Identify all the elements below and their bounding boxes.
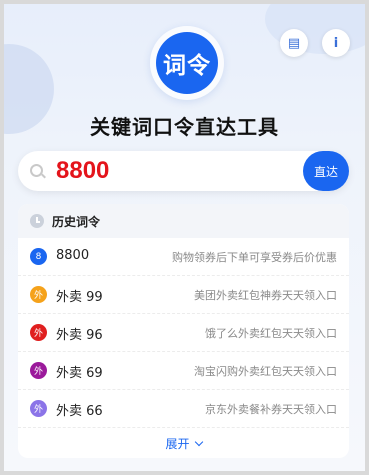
history-item-code: 外卖 96 (56, 328, 103, 343)
history-header: 历史词令 (18, 204, 349, 238)
info-icon: i (333, 35, 339, 51)
app-logo: 词令 (156, 32, 218, 94)
save-button[interactable]: ▤ (280, 29, 308, 57)
history-item-desc: 美团外卖红包神券天天领入口 (194, 289, 337, 302)
history-item-badge: 外 (30, 324, 47, 341)
history-item[interactable]: 外 外卖 66 京东外卖餐补券天天领入口 (18, 390, 349, 428)
history-item[interactable]: 外 外卖 99 美团外卖红包神券天天领入口 (18, 276, 349, 314)
logo-ring: 词令 (150, 26, 224, 100)
history-card: 历史词令 8 8800 购物领券后下单可享受券后价优惠 外 外卖 99 美团外卖… (18, 204, 349, 458)
search-bar: 直达 (18, 151, 349, 191)
history-item[interactable]: 8 8800 购物领券后下单可享受券后价优惠 (18, 238, 349, 276)
expand-button[interactable]: 展开 (18, 435, 349, 452)
history-item[interactable]: 外 外卖 69 淘宝闪购外卖红包天天领入口 (18, 352, 349, 390)
history-item-code: 外卖 69 (56, 366, 103, 381)
history-item-badge: 外 (30, 286, 47, 303)
search-input[interactable] (56, 155, 286, 187)
history-item-desc: 京东外卖餐补券天天领入口 (205, 403, 337, 416)
history-title: 历史词令 (52, 214, 101, 229)
history-item-code: 外卖 66 (56, 404, 103, 419)
page-title: 关键词口令直达工具 (90, 115, 279, 139)
app-frame: 词令 ▤ i 关键词口令直达工具 直达 历史词令 8 8800 购物领券后下单可… (4, 4, 365, 471)
history-item-badge: 外 (30, 362, 47, 379)
history-item-desc: 饿了么外卖红包天天领入口 (205, 327, 337, 340)
history-item[interactable]: 外 外卖 96 饿了么外卖红包天天领入口 (18, 314, 349, 352)
clock-icon (30, 214, 44, 228)
history-item-badge: 外 (30, 400, 47, 417)
save-icon: ▤ (287, 35, 301, 51)
history-item-badge: 8 (30, 248, 47, 265)
search-icon (30, 164, 43, 177)
go-button[interactable]: 直达 (303, 151, 349, 191)
expand-label: 展开 (165, 437, 190, 451)
history-item-desc: 购物领券后下单可享受券后价优惠 (172, 251, 337, 264)
history-item-desc: 淘宝闪购外卖红包天天领入口 (194, 365, 337, 378)
history-item-code: 8800 (56, 248, 90, 263)
info-button[interactable]: i (322, 29, 350, 57)
chevron-down-icon (194, 437, 203, 447)
history-item-code: 外卖 99 (56, 290, 103, 305)
